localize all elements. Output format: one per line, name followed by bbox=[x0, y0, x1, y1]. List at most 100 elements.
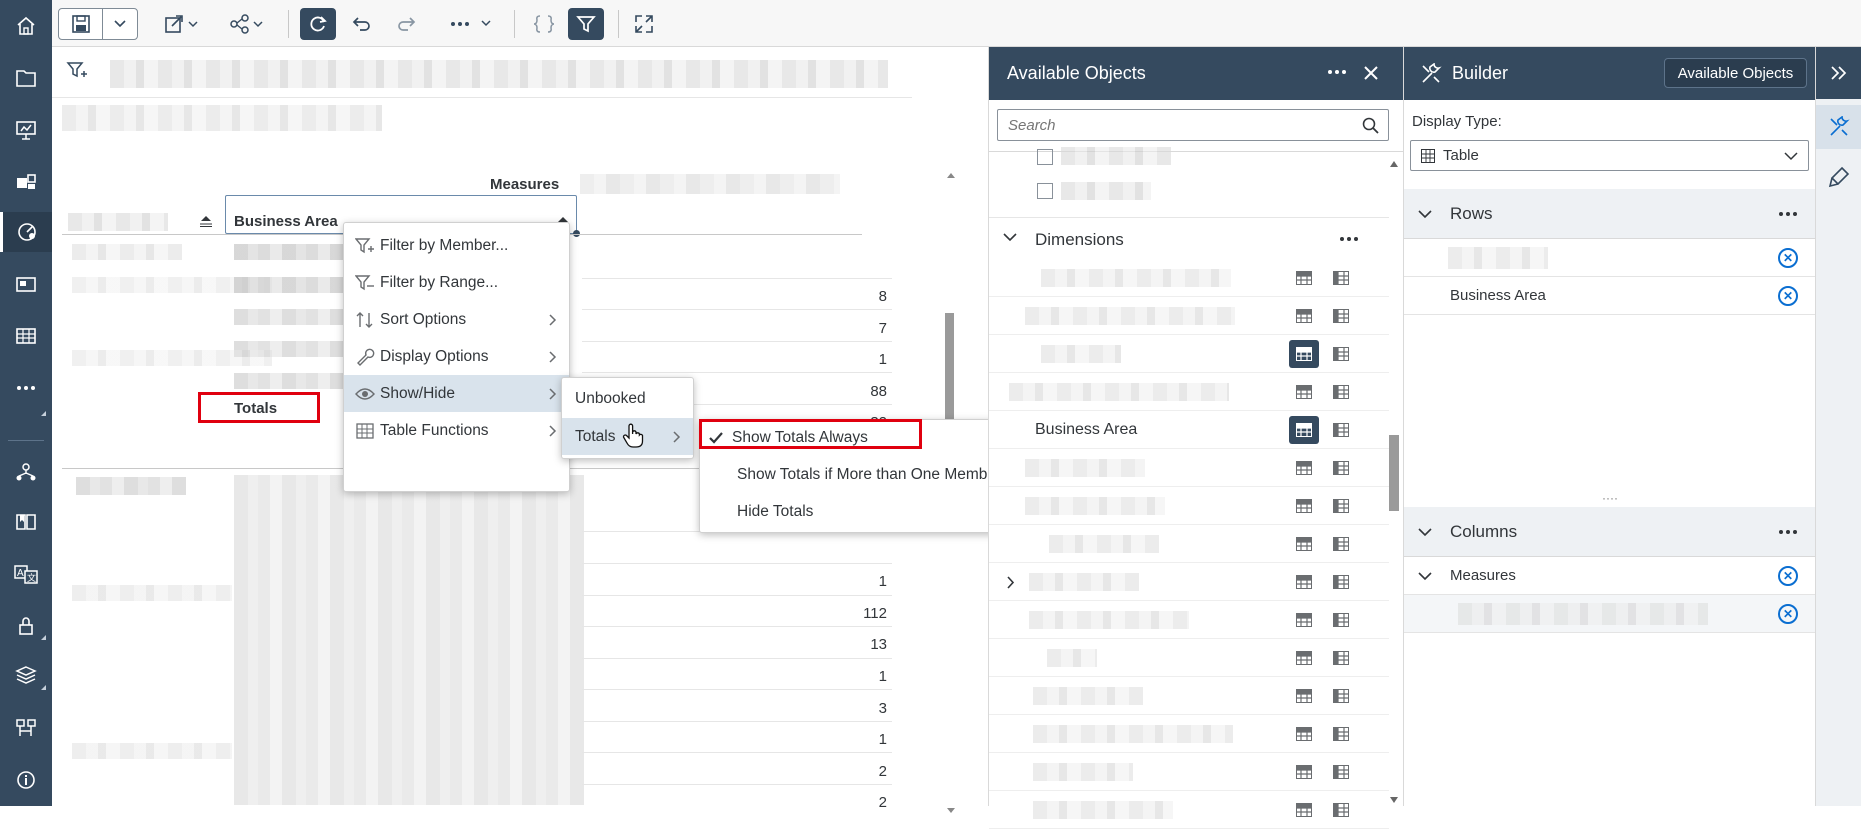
sort-icon[interactable] bbox=[199, 214, 213, 228]
add-to-rows-icon[interactable] bbox=[1289, 530, 1319, 558]
add-to-rows-icon[interactable] bbox=[1289, 758, 1319, 786]
save-icon[interactable] bbox=[59, 9, 103, 39]
analytic-app-icon[interactable] bbox=[0, 162, 52, 202]
search-icon[interactable] bbox=[1362, 117, 1380, 135]
chevron-down-icon[interactable] bbox=[1003, 233, 1017, 242]
chevron-down-icon[interactable] bbox=[1418, 210, 1432, 219]
files-icon[interactable] bbox=[0, 58, 52, 98]
add-to-rows-icon[interactable] bbox=[1289, 454, 1319, 482]
add-to-rows-icon[interactable] bbox=[1289, 492, 1319, 520]
menu-item-display-options[interactable]: Display Options bbox=[344, 338, 569, 375]
menu-item-show-hide[interactable]: Show/Hide bbox=[344, 375, 569, 412]
add-to-rows-icon[interactable] bbox=[1289, 682, 1319, 710]
search-field[interactable] bbox=[997, 109, 1389, 141]
more-icon[interactable] bbox=[1778, 529, 1798, 535]
menu-item-filter-by-member[interactable]: Filter by Member... bbox=[344, 227, 569, 264]
objects-scrollbar[interactable] bbox=[1387, 153, 1401, 803]
save-split-button[interactable] bbox=[58, 8, 138, 40]
add-to-columns-icon[interactable] bbox=[1326, 720, 1356, 748]
add-to-rows-icon[interactable] bbox=[1289, 302, 1319, 330]
add-to-columns-icon[interactable] bbox=[1326, 492, 1356, 520]
dashboard-icon[interactable] bbox=[0, 264, 52, 304]
add-filter-icon[interactable] bbox=[66, 61, 88, 81]
info-icon[interactable] bbox=[0, 760, 52, 800]
collapse-panel-icon[interactable] bbox=[1816, 47, 1861, 99]
builder-tab-icon[interactable] bbox=[1816, 105, 1861, 149]
dimensions-section-header[interactable]: Dimensions bbox=[989, 217, 1389, 259]
remove-icon[interactable]: ✕ bbox=[1778, 604, 1798, 624]
checkbox[interactable] bbox=[1037, 183, 1053, 199]
export-button[interactable] bbox=[158, 8, 206, 40]
share-button[interactable] bbox=[224, 8, 272, 40]
redo-button[interactable] bbox=[388, 8, 424, 40]
menu-item-hide-totals[interactable]: Hide Totals bbox=[700, 493, 1028, 530]
add-to-rows-icon[interactable] bbox=[1289, 796, 1319, 824]
checkbox[interactable] bbox=[1037, 149, 1053, 165]
modeler-icon[interactable] bbox=[0, 212, 52, 252]
add-to-rows-icon[interactable] bbox=[1289, 606, 1319, 634]
add-to-columns-icon[interactable] bbox=[1326, 416, 1356, 444]
scrollbar-thumb[interactable] bbox=[1389, 435, 1399, 511]
add-to-columns-icon[interactable] bbox=[1326, 758, 1356, 786]
add-to-rows-icon[interactable] bbox=[1289, 568, 1319, 596]
more-icon[interactable] bbox=[1339, 236, 1359, 242]
add-to-columns-icon[interactable] bbox=[1326, 454, 1356, 482]
stories-icon[interactable] bbox=[0, 110, 52, 150]
splitter-handle[interactable]: ···· bbox=[1404, 492, 1816, 505]
data-table-icon[interactable] bbox=[0, 316, 52, 356]
add-to-columns-icon[interactable] bbox=[1326, 644, 1356, 672]
add-to-columns-icon[interactable] bbox=[1326, 606, 1356, 634]
add-to-columns-icon[interactable] bbox=[1326, 530, 1356, 558]
columns-section-header[interactable]: Columns bbox=[1404, 507, 1816, 557]
display-type-select[interactable]: Table bbox=[1410, 140, 1809, 171]
remove-icon[interactable]: ✕ bbox=[1778, 248, 1798, 268]
chevron-right-icon[interactable] bbox=[1007, 576, 1015, 589]
rows-section-header[interactable]: Rows bbox=[1404, 189, 1816, 239]
menu-item-show-totals-if-more[interactable]: Show Totals if More than One Member bbox=[700, 456, 1028, 493]
add-to-rows-icon[interactable] bbox=[1289, 644, 1319, 672]
more-icon[interactable] bbox=[1778, 211, 1798, 217]
add-to-columns-icon[interactable] bbox=[1326, 302, 1356, 330]
add-to-columns-icon[interactable] bbox=[1326, 568, 1356, 596]
add-to-rows-icon[interactable] bbox=[1289, 264, 1319, 292]
add-to-columns-icon[interactable] bbox=[1326, 378, 1356, 406]
filter-toggle-button[interactable] bbox=[568, 8, 604, 40]
book-icon[interactable] bbox=[0, 502, 52, 542]
refresh-button[interactable] bbox=[300, 8, 336, 40]
add-to-rows-icon[interactable] bbox=[1289, 416, 1319, 444]
add-to-columns-icon[interactable] bbox=[1326, 264, 1356, 292]
add-to-columns-icon[interactable] bbox=[1326, 682, 1356, 710]
home-icon[interactable] bbox=[0, 6, 52, 46]
available-objects-button[interactable]: Available Objects bbox=[1664, 58, 1807, 88]
translation-icon[interactable]: A文 bbox=[0, 554, 52, 594]
fullscreen-icon[interactable] bbox=[626, 8, 662, 40]
menu-item-unbooked[interactable]: Unbooked bbox=[562, 380, 693, 417]
menu-item-sort-options[interactable]: Sort Options bbox=[344, 301, 569, 338]
network-icon[interactable] bbox=[0, 452, 52, 492]
menu-item-filter-by-range[interactable]: Filter by Range... bbox=[344, 264, 569, 301]
undo-button[interactable] bbox=[344, 8, 380, 40]
add-to-rows-icon[interactable] bbox=[1289, 378, 1319, 406]
more-icon[interactable] bbox=[1327, 69, 1347, 75]
formula-icon[interactable] bbox=[526, 8, 562, 40]
deploy-icon[interactable] bbox=[0, 656, 52, 696]
structure-icon[interactable] bbox=[0, 708, 52, 748]
columns-item[interactable]: ✕ bbox=[1404, 595, 1816, 633]
lock-icon[interactable] bbox=[0, 606, 52, 646]
add-to-columns-icon[interactable] bbox=[1326, 796, 1356, 824]
chevron-down-icon[interactable] bbox=[1418, 572, 1432, 581]
add-to-rows-icon[interactable] bbox=[1289, 720, 1319, 748]
styling-tab-icon[interactable] bbox=[1816, 155, 1861, 199]
more-options-button[interactable] bbox=[446, 8, 500, 40]
remove-icon[interactable]: ✕ bbox=[1778, 286, 1798, 306]
rows-item[interactable]: ✕ bbox=[1404, 239, 1816, 277]
columns-item-measures[interactable]: Measures ✕ bbox=[1404, 557, 1816, 595]
search-input[interactable] bbox=[998, 110, 1338, 140]
more-icon[interactable] bbox=[0, 368, 52, 416]
add-to-columns-icon[interactable] bbox=[1326, 340, 1356, 368]
add-to-rows-icon[interactable] bbox=[1289, 340, 1319, 368]
chevron-down-icon[interactable] bbox=[1418, 528, 1432, 537]
rows-item-business-area[interactable]: Business Area ✕ bbox=[1404, 277, 1816, 315]
remove-icon[interactable]: ✕ bbox=[1778, 566, 1798, 586]
chevron-down-icon[interactable] bbox=[103, 20, 137, 28]
